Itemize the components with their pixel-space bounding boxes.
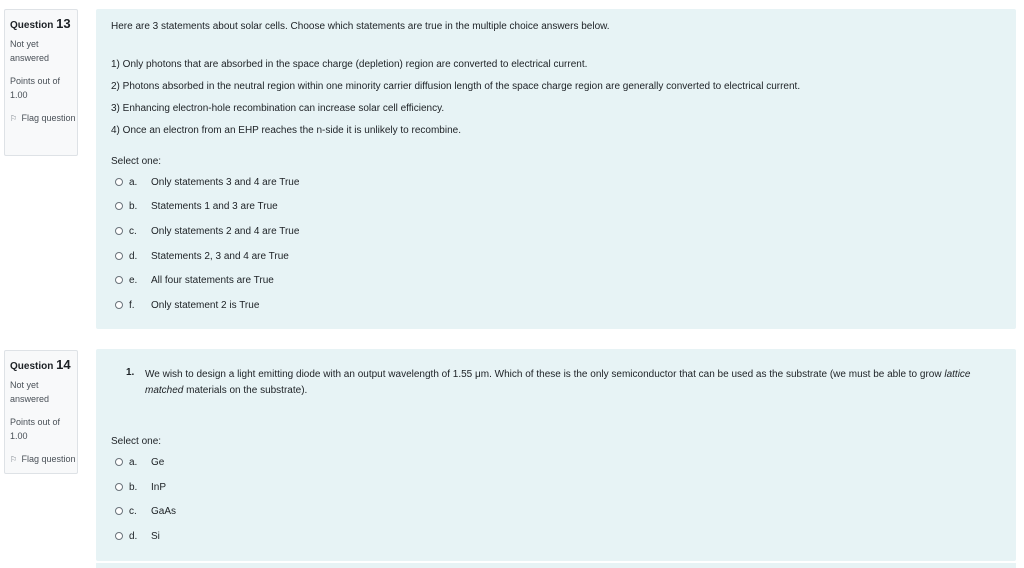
question-state: Not yet answered <box>10 380 50 404</box>
flag-question-label: Flag question <box>21 113 76 123</box>
flag-icon: ⚐ <box>10 455 18 464</box>
option-d[interactable]: d. Si <box>115 529 160 543</box>
question-13-info: Question 13 Not yet answered Points out … <box>4 9 78 156</box>
select-one-label: Select one: <box>111 436 162 447</box>
question-text-part: materials on the substrate). <box>183 385 308 396</box>
flag-question-link[interactable]: ⚐ Flag question <box>10 452 77 467</box>
flag-question-link[interactable]: ⚐ Flag question <box>10 111 77 126</box>
radio-button[interactable] <box>115 301 123 309</box>
statement-4: 4) Once an electron from an EHP reaches … <box>111 125 461 136</box>
radio-button[interactable] <box>115 178 123 186</box>
flag-question-label: Flag question <box>21 454 76 464</box>
question-14-info: Question 14 Not yet answered Points out … <box>4 350 78 474</box>
option-text[interactable]: Si <box>151 531 160 542</box>
flag-icon: ⚐ <box>10 114 18 123</box>
option-text[interactable]: Only statements 3 and 4 are True <box>151 177 299 188</box>
question-grade: Points out of 1.00 <box>10 417 61 441</box>
option-letter: b. <box>129 200 138 212</box>
radio-button[interactable] <box>115 483 123 491</box>
statement-3: 3) Enhancing electron-hole recombination… <box>111 103 445 114</box>
option-letter: e. <box>129 274 138 286</box>
statement-1: 1) Only photons that are absorbed in the… <box>111 59 588 70</box>
question-label: Question <box>10 361 54 372</box>
question-intro: Here are 3 statements about solar cells.… <box>111 21 610 32</box>
option-text[interactable]: Statements 2, 3 and 4 are True <box>151 251 289 262</box>
question-14-content: 1. We wish to design a light emitting di… <box>96 349 1016 561</box>
option-text[interactable]: GaAs <box>151 506 176 517</box>
option-letter: c. <box>129 505 137 517</box>
option-letter: d. <box>129 250 138 262</box>
option-e[interactable]: e. All four statements are True <box>115 273 274 287</box>
question-label: Question <box>10 20 54 31</box>
option-text[interactable]: InP <box>151 482 166 493</box>
radio-button[interactable] <box>115 458 123 466</box>
option-text[interactable]: Statements 1 and 3 are True <box>151 201 278 212</box>
radio-button[interactable] <box>115 202 123 210</box>
statement-2: 2) Photons absorbed in the neutral regio… <box>111 81 801 92</box>
option-letter: f. <box>129 299 135 311</box>
question-14-heading: Question 14 <box>10 357 77 372</box>
question-number: 13 <box>56 16 71 31</box>
option-letter: a. <box>129 456 138 468</box>
next-question-edge <box>96 563 1016 568</box>
question-number: 14 <box>56 357 71 372</box>
question-grade: Points out of 1.00 <box>10 76 61 100</box>
radio-button[interactable] <box>115 227 123 235</box>
option-letter: a. <box>129 176 138 188</box>
option-text[interactable]: Only statements 2 and 4 are True <box>151 226 299 237</box>
option-a[interactable]: a. Only statements 3 and 4 are True <box>115 175 299 189</box>
question-text-part: We wish to design a light emitting diode… <box>145 369 945 380</box>
option-text[interactable]: Only statement 2 is True <box>151 300 259 311</box>
radio-button[interactable] <box>115 276 123 284</box>
option-letter: b. <box>129 481 138 493</box>
option-c[interactable]: c. Only statements 2 and 4 are True <box>115 224 299 238</box>
question-13-content: Here are 3 statements about solar cells.… <box>96 9 1016 329</box>
option-a[interactable]: a. Ge <box>115 455 164 469</box>
question-13-heading: Question 13 <box>10 16 77 31</box>
option-f[interactable]: f. Only statement 2 is True <box>115 298 259 312</box>
question-state: Not yet answered <box>10 39 50 63</box>
option-b[interactable]: b. Statements 1 and 3 are True <box>115 199 278 213</box>
option-d[interactable]: d. Statements 2, 3 and 4 are True <box>115 249 289 263</box>
option-letter: d. <box>129 530 138 542</box>
select-one-label: Select one: <box>111 156 162 167</box>
radio-button[interactable] <box>115 252 123 260</box>
radio-button[interactable] <box>115 532 123 540</box>
item-number: 1. <box>126 367 135 378</box>
option-b[interactable]: b. InP <box>115 480 166 494</box>
option-c[interactable]: c. GaAs <box>115 504 176 518</box>
option-letter: c. <box>129 225 137 237</box>
option-text[interactable]: All four statements are True <box>151 275 274 286</box>
question-text: We wish to design a light emitting diode… <box>145 367 995 399</box>
radio-button[interactable] <box>115 507 123 515</box>
option-text[interactable]: Ge <box>151 457 164 468</box>
